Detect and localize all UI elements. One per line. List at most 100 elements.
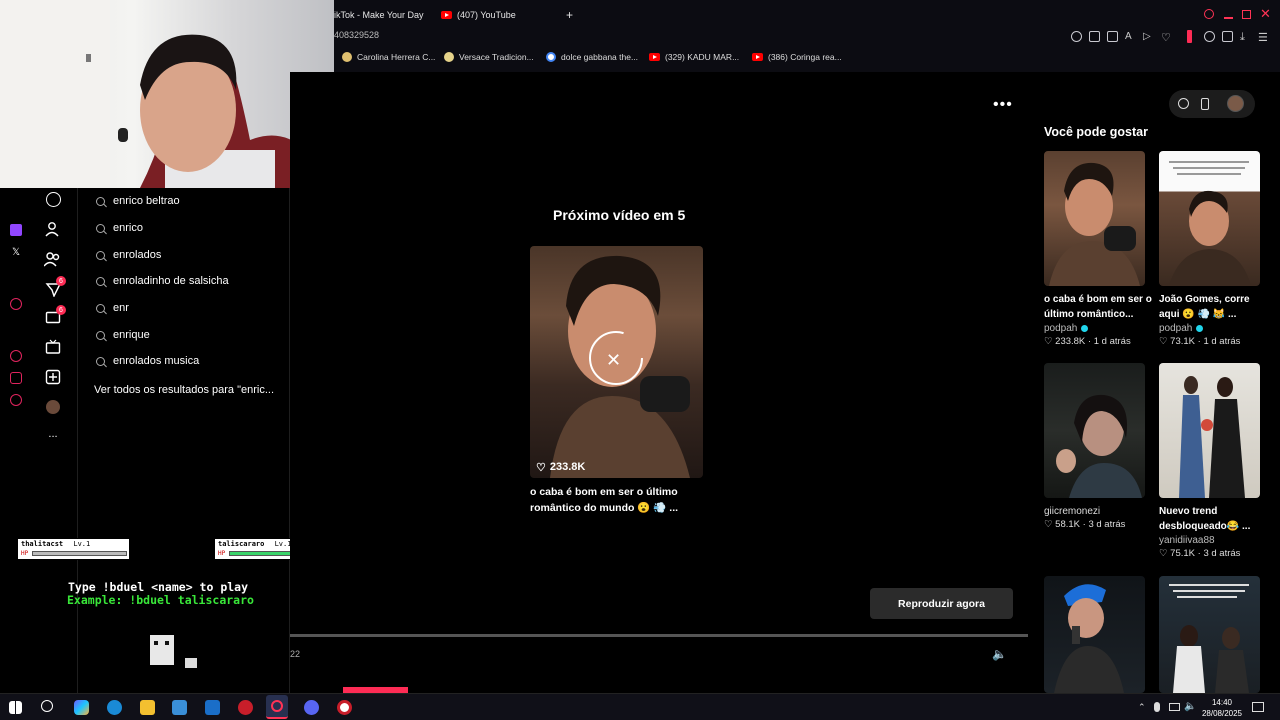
tab-tiktok[interactable]: ikTok - Make Your Day xyxy=(334,6,424,24)
rec-card[interactable] xyxy=(1159,576,1260,693)
extensions-icon[interactable] xyxy=(1204,31,1215,42)
download-icon[interactable]: ⤓ xyxy=(1240,31,1251,43)
bookmark-dolce-gabbana[interactable]: dolce gabbana the... xyxy=(546,52,638,62)
live-icon[interactable] xyxy=(44,338,62,356)
rec-card[interactable]: giicremonezi ♡ 58.1K · 3 d atrás xyxy=(1044,363,1145,530)
heart-icon[interactable]: ♡ xyxy=(1161,31,1172,44)
x-icon[interactable]: 𝕏 xyxy=(10,246,22,258)
youtube-icon xyxy=(649,53,660,61)
volume-icon[interactable]: 🔈 xyxy=(992,647,1007,661)
recommendations-panel: Você pode gostar o caba é bom em ser o ú… xyxy=(1030,72,1280,693)
youtube-icon xyxy=(441,11,452,19)
profile-icon[interactable] xyxy=(1222,31,1233,42)
rec-thumbnail xyxy=(1044,576,1145,693)
search-icon[interactable] xyxy=(1204,9,1214,19)
webcam-overlay xyxy=(0,0,334,188)
tab-youtube[interactable]: (407) YouTube xyxy=(441,6,516,24)
rec-card[interactable]: o caba é bom em ser o último romântico..… xyxy=(1044,151,1152,347)
heart-icon: ♡ xyxy=(1044,519,1056,530)
following-icon[interactable] xyxy=(44,220,62,238)
rec-card[interactable] xyxy=(1044,576,1145,693)
menu-icon[interactable]: ☰ xyxy=(1258,31,1269,44)
opera-gx-taskbar-item[interactable] xyxy=(266,695,288,719)
player1-hp-bar xyxy=(32,551,127,556)
avatar[interactable] xyxy=(1227,95,1244,112)
file-explorer-icon[interactable] xyxy=(140,700,155,715)
notifications-icon[interactable] xyxy=(1252,702,1264,712)
system-clock[interactable]: 14:40 28/08/2025 xyxy=(1202,697,1242,719)
bookmark-kadu-mar[interactable]: (329) KADU MAR... xyxy=(649,52,739,62)
suggestion-item[interactable]: enrico xyxy=(96,218,143,238)
search-icon xyxy=(96,330,105,340)
shield-icon[interactable] xyxy=(1107,31,1118,42)
pin-icon[interactable] xyxy=(1071,31,1082,42)
suggestion-item[interactable]: enrolados musica xyxy=(96,351,199,371)
more-icon[interactable]: ... xyxy=(44,425,62,443)
outlook-icon[interactable] xyxy=(205,700,220,715)
next-video-thumbnail[interactable]: ✕ ♡ 233.8K xyxy=(530,246,703,478)
video-likes: ♡ 233.8K xyxy=(536,461,586,474)
store-icon[interactable] xyxy=(172,700,187,715)
circle-play-icon[interactable] xyxy=(10,298,22,310)
avatar[interactable] xyxy=(44,398,62,416)
close-icon[interactable]: ✕ xyxy=(1260,6,1271,22)
translate-icon[interactable]: A xyxy=(1125,31,1136,42)
play-icon[interactable]: ▷ xyxy=(1143,31,1154,42)
friends-icon[interactable] xyxy=(44,250,62,268)
edge-icon[interactable] xyxy=(107,700,122,715)
network-icon[interactable] xyxy=(1169,703,1180,711)
verified-icon xyxy=(1196,325,1204,332)
copilot-icon[interactable] xyxy=(74,700,89,715)
rec-card[interactable]: João Gomes, corre aqui 😮 💨 😹 ... podpah … xyxy=(1159,151,1260,347)
volume-icon[interactable]: 🔈 xyxy=(1184,701,1196,712)
bookmark-versace[interactable]: Versace Tradicion... xyxy=(444,52,534,62)
video-thumbnail-image xyxy=(1049,162,1140,286)
twitch-icon[interactable] xyxy=(10,224,22,236)
inbox-icon[interactable]: 6 xyxy=(44,276,66,298)
heart-icon: ♡ xyxy=(536,462,546,474)
bookmark-icon xyxy=(444,52,454,62)
suggestion-item[interactable]: enroladinho de salsicha xyxy=(96,271,229,291)
tiktok-extension-icon[interactable] xyxy=(1187,30,1192,43)
address-bar[interactable]: 408329528 xyxy=(334,30,379,40)
video-thumbnail-image xyxy=(1169,161,1251,286)
compass-icon[interactable] xyxy=(1178,98,1189,109)
settings-icon[interactable] xyxy=(10,394,22,406)
app-icon[interactable] xyxy=(238,700,253,715)
suggestion-item[interactable]: enrique xyxy=(96,325,150,345)
minimize-icon[interactable] xyxy=(1224,17,1233,19)
video-thumbnail-image xyxy=(1179,376,1245,498)
bookmark-coringa[interactable]: (386) Coringa rea... xyxy=(752,52,842,62)
chevron-up-icon[interactable]: ⌃ xyxy=(1138,702,1146,713)
next-video-caption: o caba é bom em ser o último romântico d… xyxy=(530,486,679,514)
bookmark-carolina-herrera[interactable]: Carolina Herrera C... xyxy=(342,52,435,62)
maximize-icon[interactable] xyxy=(1242,10,1251,19)
video-player: ••• Próximo vídeo em 5 ✕ ♡ 233.8K o caba… xyxy=(290,72,1030,693)
discord-icon[interactable] xyxy=(304,700,319,715)
progress-bar[interactable] xyxy=(290,634,1028,637)
suggestion-item[interactable]: enrolados xyxy=(96,245,161,265)
view-all-results-link[interactable]: Ver todos os resultados para "enric... xyxy=(94,384,274,396)
messages-icon[interactable]: 6 xyxy=(44,305,66,327)
upload-icon[interactable] xyxy=(44,368,62,386)
new-tab-button[interactable]: + xyxy=(566,6,573,24)
suggestion-item[interactable]: enr xyxy=(96,298,129,318)
rec-card[interactable]: Nuevo trend desbloqueado😂 ... yanidiivaa… xyxy=(1159,363,1260,559)
obs-icon[interactable] xyxy=(337,700,352,715)
microphone-icon[interactable] xyxy=(1154,702,1160,712)
mobile-icon[interactable] xyxy=(1201,98,1209,110)
heart-icon: ♡ xyxy=(1159,548,1171,559)
play-now-button[interactable]: Reproduzir agora xyxy=(870,588,1013,619)
cancel-autoplay-icon[interactable]: ✕ xyxy=(606,350,621,371)
screenshot-icon[interactable] xyxy=(1089,31,1100,42)
taskbar: ⌃ 🔈 14:40 28/08/2025 xyxy=(0,693,1280,720)
rec-thumbnail xyxy=(1159,576,1260,693)
extension-icon[interactable] xyxy=(10,372,22,384)
windows-start-icon[interactable] xyxy=(9,701,22,714)
suggestion-item[interactable]: enrico beltrao xyxy=(96,191,180,211)
time-label: 22 xyxy=(290,649,301,659)
clock-icon[interactable] xyxy=(10,350,22,362)
more-options-icon[interactable]: ••• xyxy=(993,96,1013,114)
explore-icon[interactable] xyxy=(46,192,61,207)
search-icon[interactable] xyxy=(41,700,53,712)
